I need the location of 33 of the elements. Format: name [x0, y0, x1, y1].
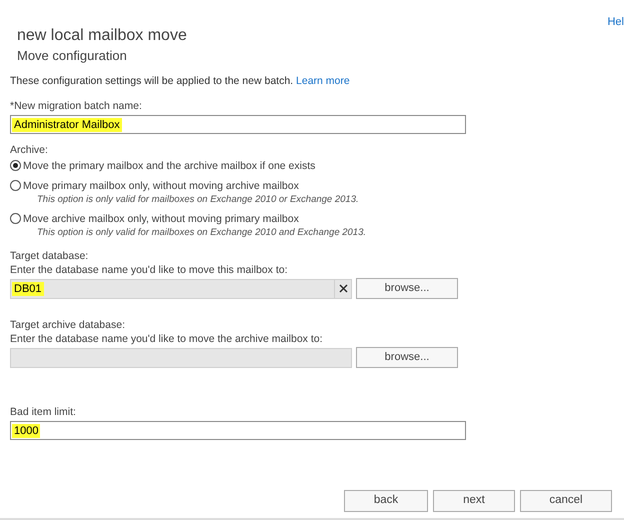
- option-note: This option is only valid for mailboxes on Exchange 2010 or Exchange 2013.: [37, 193, 359, 206]
- field-label: Archive:: [10, 143, 49, 157]
- browse-button[interactable]: browse...: [356, 347, 458, 368]
- radio-label[interactable]: Move primary mailbox only, without moving archive mailbox: [23, 179, 359, 193]
- input-field[interactable]: 1000: [10, 421, 466, 440]
- field-label: Target database:: [10, 249, 90, 263]
- field-hint: Enter the database name you'd like to move this mailbox to:: [10, 263, 288, 277]
- browse-button[interactable]: browse...: [356, 278, 458, 299]
- wizard-button[interactable]: cancel: [520, 490, 612, 512]
- dialog-title: new local mailbox move: [16, 26, 188, 46]
- wizard-button[interactable]: back: [344, 490, 428, 512]
- field-label: *New migration batch name:: [10, 99, 143, 113]
- field-value: 1000: [12, 424, 40, 438]
- field-value: Administrator Mailbox: [12, 118, 122, 132]
- section-title: Move configuration: [16, 48, 128, 64]
- field-value: DB01: [12, 282, 44, 296]
- option-note: This option is only valid for mailboxes on Exchange 2010 and Exchange 2013.: [37, 226, 366, 239]
- field-hint: Enter the database name you'd like to move the archive mailbox to:: [10, 332, 324, 346]
- radio-label[interactable]: Move archive mailbox only, without moving primary mailbox: [23, 212, 366, 226]
- radio-button[interactable]: [10, 180, 21, 191]
- close-icon: [338, 284, 348, 293]
- description-text: These configuration settings will be applied to the new batch.: [10, 75, 294, 87]
- field-label: Bad item limit:: [10, 405, 77, 419]
- field-label: Target archive database:: [10, 318, 126, 332]
- input-field[interactable]: [10, 348, 352, 368]
- radio-button[interactable]: [10, 213, 21, 224]
- help-link[interactable]: Hel: [607, 14, 624, 30]
- input-field[interactable]: Administrator Mailbox: [10, 115, 466, 134]
- radio-button[interactable]: [10, 160, 21, 171]
- wizard-button[interactable]: next: [433, 490, 515, 512]
- input-field[interactable]: DB01: [10, 278, 352, 298]
- radio-label[interactable]: Move the primary mailbox and the archive mailbox if one exists: [23, 159, 316, 173]
- learn-more-link[interactable]: Learn more: [296, 75, 350, 87]
